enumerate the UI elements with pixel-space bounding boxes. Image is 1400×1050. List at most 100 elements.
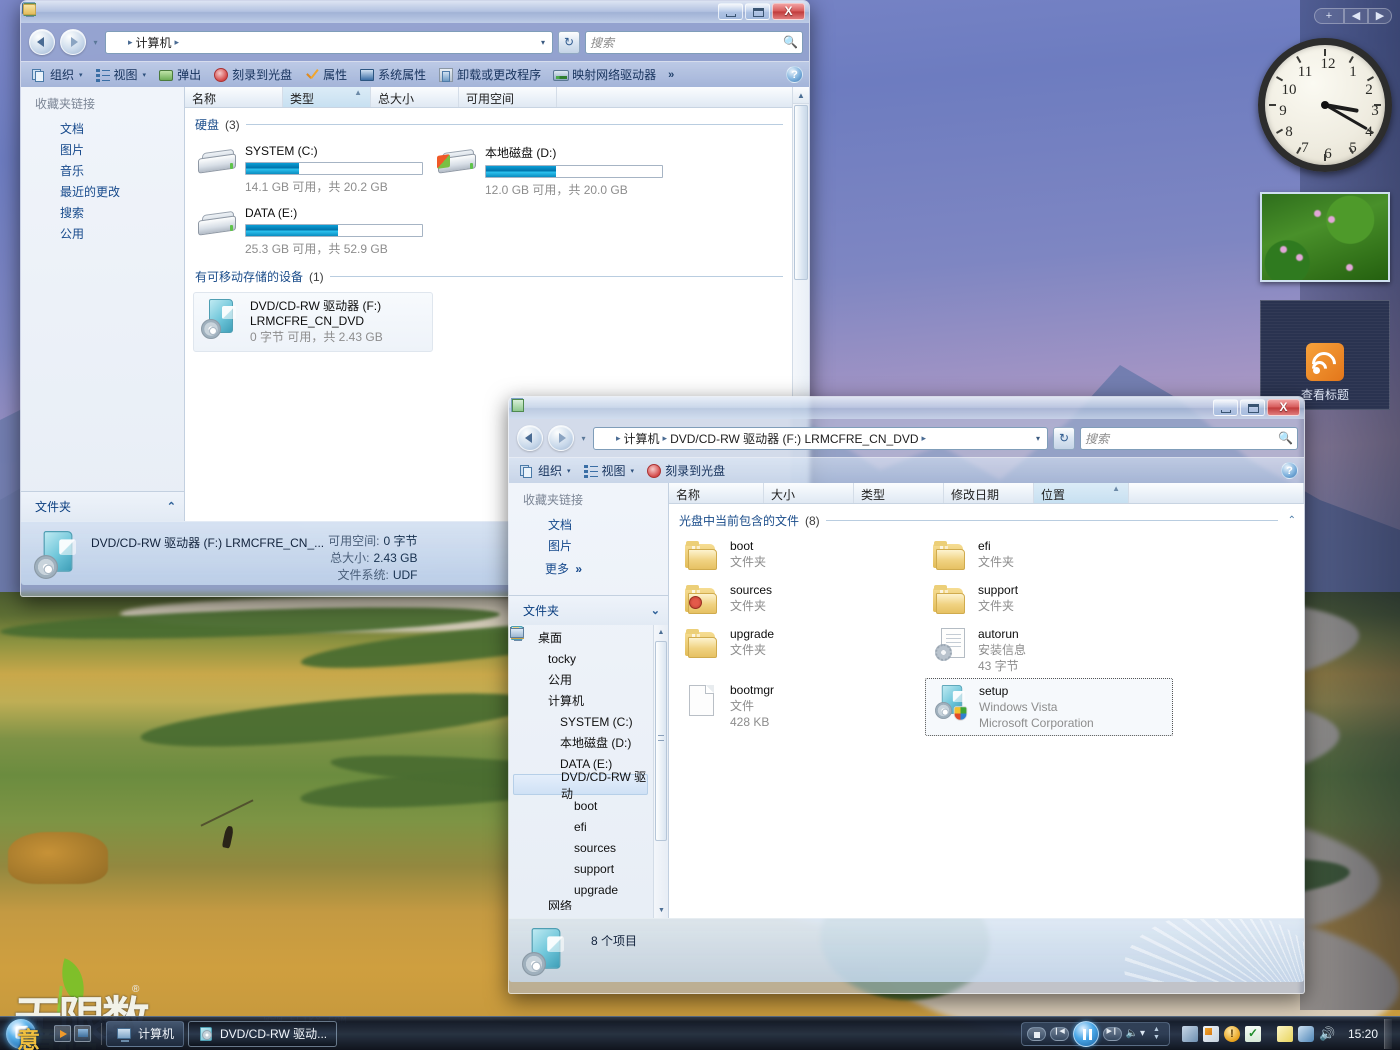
back-button[interactable]	[517, 425, 543, 451]
forward-button[interactable]	[60, 29, 86, 55]
network-tray-icon[interactable]	[1297, 1025, 1314, 1042]
previous-gadget-button[interactable]: ◀	[1344, 8, 1368, 24]
help-button[interactable]: ?	[786, 66, 803, 83]
forward-button[interactable]	[548, 425, 574, 451]
group-header-removable-storage[interactable]: 有可移动存储的设备 (1) ⌃	[185, 260, 809, 288]
map-network-drive-button[interactable]: 映射网络驱动器	[547, 64, 662, 85]
taskbar-button-dvd-drive[interactable]: DVD/CD-RW 驱动...	[188, 1020, 338, 1047]
tree-item-desktop[interactable]: 桌面	[510, 627, 668, 648]
sidebar-item-music[interactable]: 音乐	[21, 3, 184, 181]
tree-item-computer[interactable]: 计算机	[510, 627, 668, 711]
chevron-down-icon[interactable]: ▾	[1140, 1028, 1145, 1039]
column-name[interactable]: 名称	[669, 483, 764, 503]
breadcrumb[interactable]: ▸ 计算机 ▸ DVD/CD-RW 驱动器 (F:) LRMCFRE_CN_DV…	[615, 430, 927, 447]
organize-button[interactable]: 组织 ▾	[25, 64, 89, 85]
search-box[interactable]: 搜索 🔍	[1080, 426, 1298, 450]
column-filler[interactable]	[1129, 483, 1304, 503]
tray-icon-group[interactable]	[1170, 1025, 1344, 1042]
file-item-upgrade[interactable]: upgrade 文件夹	[677, 622, 925, 678]
search-input[interactable]: 搜索	[590, 34, 783, 51]
column-size[interactable]: 大小	[764, 483, 854, 503]
tree-item-system-c[interactable]: SYSTEM (C:)	[510, 629, 668, 732]
taskbar-button-computer[interactable]: 计算机	[106, 1020, 185, 1047]
file-item-sources[interactable]: sources 文件夹	[677, 578, 925, 622]
search-box[interactable]: 搜索 🔍	[585, 30, 803, 54]
minimize-button[interactable]	[718, 3, 743, 20]
sidebar-item-pictures[interactable]: 图片	[509, 399, 668, 556]
help-button[interactable]: ?	[1281, 462, 1298, 479]
add-gadget-button[interactable]: +	[1314, 8, 1344, 24]
uninstall-change-program-button[interactable]: 卸载或更改程序	[432, 64, 547, 85]
window2-list-pane[interactable]: 名称 大小 类型 修改日期 位置 ▲ 光盘中当前包含的文件 (8) ⌃ boot …	[669, 483, 1304, 918]
tree-item-network[interactable]: 网络	[510, 628, 668, 910]
file-item-autorun[interactable]: autorun 安装信息 43 字节	[925, 622, 1173, 678]
minimize-button[interactable]	[1213, 399, 1238, 416]
media-player-deck[interactable]: 🔈▾ ▲▼	[1020, 1020, 1170, 1047]
network-activity-icon[interactable]	[1181, 1025, 1198, 1042]
views-button[interactable]: 视图 ▾	[89, 64, 153, 85]
column-filler[interactable]	[557, 87, 809, 107]
tree-item-efi[interactable]: efi	[511, 627, 668, 837]
more-links-button[interactable]: 更多 »	[509, 556, 668, 581]
recent-pages-button[interactable]: ▾	[579, 425, 588, 451]
warning-icon[interactable]	[1223, 1025, 1240, 1042]
address-bar[interactable]: ▸ 计算机 ▸ ▾	[22, 3, 553, 54]
sidebar-item-documents[interactable]: 文档	[21, 2, 184, 139]
folders-expander[interactable]: 文件夹 ⌄	[509, 595, 668, 625]
breadcrumb-item[interactable]: 计算机	[136, 34, 172, 51]
taskbar-clock[interactable]: 15:20	[1344, 1027, 1378, 1041]
window2-titlebar[interactable]: X	[509, 397, 1304, 419]
maximize-button[interactable]	[1240, 399, 1265, 416]
close-button[interactable]: X	[1267, 399, 1300, 416]
file-item-bootmgr[interactable]: bootmgr 文件 428 KB	[677, 678, 925, 736]
maximize-button[interactable]	[745, 3, 770, 20]
group-header-hard-disks[interactable]: 硬盘 (3) ⌃	[185, 108, 809, 136]
back-button[interactable]	[29, 29, 55, 55]
quick-launch-bar[interactable]	[48, 1025, 97, 1042]
drive-item-f[interactable]: DVD/CD-RW 驱动器 (F:) LRMCFRE_CN_DVD 0 字节 可…	[193, 292, 433, 352]
close-button[interactable]: X	[772, 3, 805, 20]
tree-item-dvd-drive[interactable]: DVD/CD-RW 驱动	[511, 626, 648, 801]
tree-item-upgrade[interactable]: upgrade	[511, 627, 668, 900]
breadcrumb-item[interactable]: 计算机	[624, 430, 660, 447]
drive-item-e[interactable]: DATA (E:) 25.3 GB 可用，共 52.9 GB	[193, 201, 433, 260]
speaker-icon[interactable]	[1319, 1026, 1335, 1042]
tree-item-local-disk-d[interactable]: 本地磁盘 (D:)	[510, 628, 668, 753]
scroll-up-arrow-icon[interactable]: ▲	[793, 87, 809, 104]
scroll-up-arrow-icon[interactable]: ▲	[654, 625, 668, 640]
drive-item-d[interactable]: 本地磁盘 (D:) 12.0 GB 可用，共 20.0 GB	[433, 139, 673, 201]
window-dvd-drive[interactable]: X ▾ ▸ 计算机 ▸ DVD/CD-RW 驱动器 (F:) LRMCFRE_C…	[508, 396, 1305, 994]
taskbar[interactable]: 意 计算机 DVD/CD-RW 驱动... 🔈▾ ▲▼	[0, 1016, 1400, 1050]
system-properties-button[interactable]: 系统属性	[353, 64, 432, 85]
deck-resize-grip[interactable]: ▲ ▼	[1149, 1026, 1164, 1041]
eject-button[interactable]: 弹出	[152, 64, 207, 85]
group-header-files-on-disc[interactable]: 光盘中当前包含的文件 (8) ⌃	[669, 504, 1304, 532]
previous-track-button[interactable]	[1049, 1026, 1069, 1041]
breadcrumb[interactable]: ▸ 计算机 ▸	[127, 34, 180, 51]
sidebar-item-pictures[interactable]: 图片	[21, 3, 184, 160]
breadcrumb-item[interactable]: DVD/CD-RW 驱动器 (F:) LRMCFRE_CN_DVD	[670, 430, 918, 447]
column-name[interactable]: 名称	[185, 87, 283, 107]
refresh-button[interactable]: ↻	[1053, 426, 1075, 450]
organize-button[interactable]: 组织 ▾	[513, 460, 577, 481]
sidebar-item-recently-changed[interactable]: 最近的更改	[21, 3, 184, 202]
address-dropdown-button[interactable]: ▾	[1031, 434, 1045, 443]
scrollbar-thumb[interactable]	[794, 105, 808, 280]
drive-item-c[interactable]: SYSTEM (C:) 14.1 GB 可用，共 20.2 GB	[193, 139, 433, 201]
chevron-up-icon[interactable]: ⌃	[1284, 515, 1300, 526]
play-pause-button[interactable]	[1072, 1020, 1099, 1047]
scroll-down-arrow-icon[interactable]: ▼	[654, 903, 668, 918]
sidebar-item-documents[interactable]: 文档	[509, 398, 668, 535]
sidebar-item-searches[interactable]: 搜索	[21, 3, 184, 223]
file-item-efi[interactable]: efi 文件夹	[925, 534, 1173, 578]
show-desktop-strip[interactable]	[1384, 1018, 1392, 1049]
notepad-tray-icon[interactable]	[1276, 1025, 1293, 1042]
file-item-support[interactable]: support 文件夹	[925, 578, 1173, 622]
properties-button[interactable]: 属性	[298, 64, 353, 85]
views-button[interactable]: 视图 ▾	[577, 460, 641, 481]
tree-item-tocky[interactable]: tocky	[511, 627, 668, 669]
flag-icon[interactable]	[1202, 1025, 1219, 1042]
column-date-modified[interactable]: 修改日期	[944, 483, 1034, 503]
file-item-setup[interactable]: setup Windows Vista Microsoft Corporatio…	[925, 678, 1173, 736]
burn-to-disc-button[interactable]: 刻录到光盘	[207, 64, 298, 85]
